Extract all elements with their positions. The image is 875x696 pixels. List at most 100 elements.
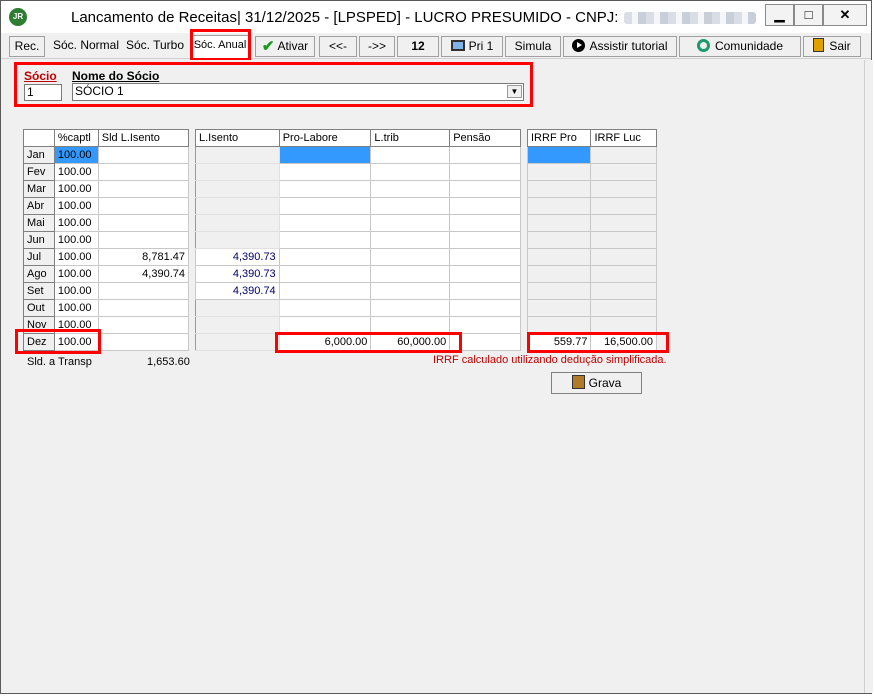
cell-prolabore[interactable] bbox=[278, 299, 372, 317]
tutorial-button[interactable]: Assistir tutorial bbox=[563, 36, 677, 57]
cell-irrf-pro[interactable] bbox=[526, 265, 592, 283]
chevron-down-icon[interactable]: ▼ bbox=[507, 85, 522, 98]
cell-ltrib[interactable] bbox=[370, 197, 451, 215]
cell-irrf-pro[interactable] bbox=[526, 282, 592, 300]
cell-ltrib[interactable] bbox=[370, 163, 451, 181]
cell-irrf-pro[interactable] bbox=[526, 146, 592, 164]
cell-irrf-pro[interactable] bbox=[526, 316, 592, 334]
cell-sld-lisento[interactable] bbox=[97, 146, 190, 164]
cell-irrf-luc[interactable] bbox=[590, 282, 657, 300]
cell-pensao[interactable] bbox=[449, 231, 521, 249]
cell-lisento[interactable]: 4,390.73 bbox=[195, 265, 280, 283]
tab-soc-turbo[interactable]: Sóc. Turbo bbox=[123, 36, 187, 57]
cell-lisento[interactable] bbox=[195, 163, 280, 181]
cell-prolabore[interactable] bbox=[278, 316, 372, 334]
cell-irrf-luc[interactable] bbox=[590, 265, 657, 283]
cell-irrf-pro[interactable] bbox=[526, 214, 592, 232]
close-button[interactable]: ✕ bbox=[823, 4, 867, 26]
cell-captl[interactable]: 100.00 bbox=[53, 197, 99, 215]
cell-irrf-luc[interactable] bbox=[590, 197, 657, 215]
cell-sld-lisento[interactable]: 8,781.47 bbox=[97, 248, 190, 266]
cell-lisento[interactable]: 4,390.74 bbox=[195, 282, 280, 300]
cell-prolabore[interactable] bbox=[278, 180, 372, 198]
cell-captl[interactable]: 100.00 bbox=[53, 316, 99, 334]
cell-prolabore[interactable] bbox=[278, 197, 372, 215]
cell-captl[interactable]: 100.00 bbox=[53, 265, 99, 283]
cell-irrf-luc[interactable] bbox=[590, 146, 657, 164]
cell-captl[interactable]: 100.00 bbox=[53, 146, 99, 164]
cell-ltrib[interactable] bbox=[370, 180, 451, 198]
cell-prolabore[interactable] bbox=[278, 146, 372, 164]
cell-irrf-pro[interactable] bbox=[526, 231, 592, 249]
cell-sld-lisento[interactable]: 4,390.74 bbox=[97, 265, 190, 283]
cell-lisento[interactable] bbox=[195, 333, 280, 351]
cell-sld-lisento[interactable] bbox=[97, 231, 190, 249]
cell-lisento[interactable] bbox=[195, 231, 280, 249]
tab-rec[interactable]: Rec. bbox=[9, 36, 45, 57]
cell-captl[interactable]: 100.00 bbox=[53, 214, 99, 232]
cell-sld-lisento[interactable] bbox=[97, 282, 190, 300]
ativar-button[interactable]: ✔ Ativar bbox=[255, 36, 315, 57]
cell-irrf-pro[interactable] bbox=[526, 248, 592, 266]
cell-sld-lisento[interactable] bbox=[97, 214, 190, 232]
socio-name-select[interactable]: SÓCIO 1 ▼ bbox=[72, 83, 524, 101]
comunidade-button[interactable]: Comunidade bbox=[679, 36, 801, 57]
cell-prolabore[interactable] bbox=[278, 248, 372, 266]
cell-irrf-luc[interactable] bbox=[590, 316, 657, 334]
cell-ltrib[interactable] bbox=[370, 146, 451, 164]
cell-sld-lisento[interactable] bbox=[97, 197, 190, 215]
cell-captl[interactable]: 100.00 bbox=[53, 163, 99, 181]
cell-captl[interactable]: 100.00 bbox=[53, 248, 99, 266]
cell-captl[interactable]: 100.00 bbox=[53, 180, 99, 198]
cell-irrf-luc[interactable] bbox=[590, 231, 657, 249]
cell-lisento[interactable] bbox=[195, 180, 280, 198]
cell-lisento[interactable] bbox=[195, 316, 280, 334]
cell-captl[interactable]: 100.00 bbox=[53, 333, 99, 351]
cell-irrf-luc[interactable] bbox=[590, 214, 657, 232]
cell-ltrib[interactable] bbox=[370, 214, 451, 232]
cell-pensao[interactable] bbox=[449, 197, 521, 215]
cell-ltrib[interactable]: 60,000.00 bbox=[370, 333, 451, 351]
sair-button[interactable]: Sair bbox=[803, 36, 861, 57]
cell-sld-lisento[interactable] bbox=[97, 163, 190, 181]
cell-lisento[interactable]: 4,390.73 bbox=[195, 248, 280, 266]
cell-captl[interactable]: 100.00 bbox=[53, 299, 99, 317]
cell-pensao[interactable] bbox=[449, 316, 521, 334]
cell-ltrib[interactable] bbox=[370, 231, 451, 249]
cell-ltrib[interactable] bbox=[370, 299, 451, 317]
cell-lisento[interactable] bbox=[195, 146, 280, 164]
cell-captl[interactable]: 100.00 bbox=[53, 282, 99, 300]
cell-lisento[interactable] bbox=[195, 299, 280, 317]
cell-pensao[interactable] bbox=[449, 248, 521, 266]
maximize-button[interactable]: □ bbox=[794, 4, 823, 26]
cell-sld-lisento[interactable] bbox=[97, 316, 190, 334]
cell-irrf-luc[interactable] bbox=[590, 299, 657, 317]
next-button[interactable]: ->> bbox=[359, 36, 395, 57]
cell-irrf-luc[interactable]: 16,500.00 bbox=[590, 333, 657, 351]
pri-button[interactable]: Pri 1 bbox=[441, 36, 503, 57]
cell-pensao[interactable] bbox=[449, 299, 521, 317]
cell-irrf-pro[interactable]: 559.77 bbox=[526, 333, 592, 351]
cell-sld-lisento[interactable] bbox=[97, 180, 190, 198]
tab-soc-anual[interactable]: Sóc. Anual bbox=[191, 35, 249, 58]
cell-irrf-luc[interactable] bbox=[590, 163, 657, 181]
cell-ltrib[interactable] bbox=[370, 282, 451, 300]
cell-pensao[interactable] bbox=[449, 146, 521, 164]
cell-prolabore[interactable]: 6,000.00 bbox=[278, 333, 372, 351]
cell-lisento[interactable] bbox=[195, 197, 280, 215]
cell-lisento[interactable] bbox=[195, 214, 280, 232]
cell-ltrib[interactable] bbox=[370, 316, 451, 334]
cell-irrf-pro[interactable] bbox=[526, 197, 592, 215]
cell-pensao[interactable] bbox=[449, 180, 521, 198]
cell-prolabore[interactable] bbox=[278, 231, 372, 249]
cell-irrf-luc[interactable] bbox=[590, 248, 657, 266]
cell-sld-lisento[interactable] bbox=[97, 299, 190, 317]
cell-ltrib[interactable] bbox=[370, 265, 451, 283]
cell-captl[interactable]: 100.00 bbox=[53, 231, 99, 249]
cell-pensao[interactable] bbox=[449, 282, 521, 300]
cell-irrf-pro[interactable] bbox=[526, 299, 592, 317]
cell-irrf-luc[interactable] bbox=[590, 180, 657, 198]
cell-pensao[interactable] bbox=[449, 163, 521, 181]
cell-irrf-pro[interactable] bbox=[526, 163, 592, 181]
cell-prolabore[interactable] bbox=[278, 282, 372, 300]
